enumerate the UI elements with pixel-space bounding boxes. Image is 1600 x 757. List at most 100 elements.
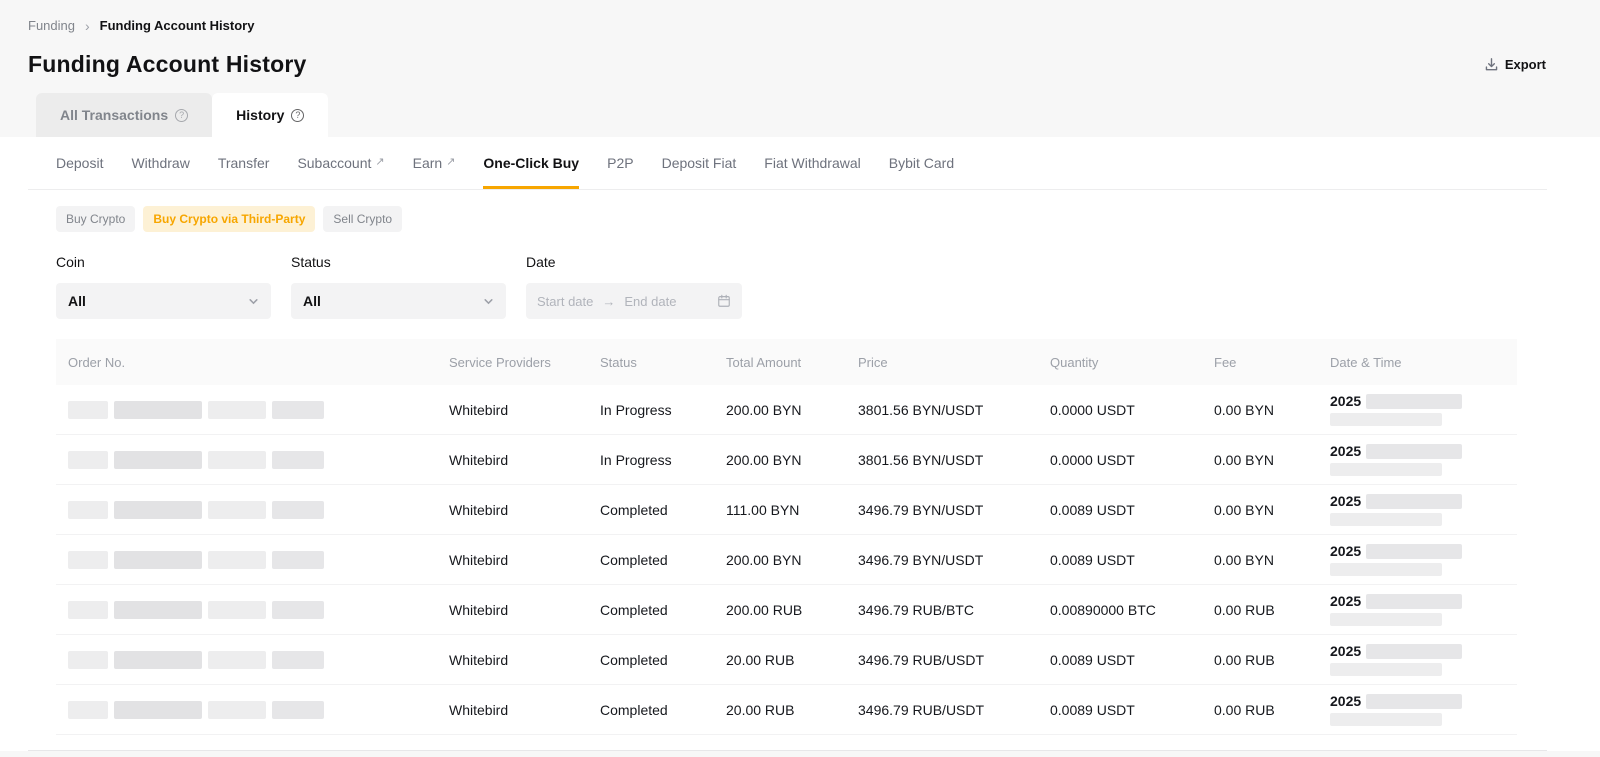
subtab-fiat-withdrawal[interactable]: Fiat Withdrawal xyxy=(764,137,860,189)
coin-select-value: All xyxy=(68,293,86,309)
subtab-withdraw[interactable]: Withdraw xyxy=(131,137,189,189)
redacted-block xyxy=(272,601,324,619)
redacted-block xyxy=(114,601,202,619)
col-header-order-no: Order No. xyxy=(56,355,437,370)
chip-sell-crypto[interactable]: Sell Crypto xyxy=(323,206,402,232)
status-select[interactable]: All xyxy=(291,283,506,319)
subtab-one-click-buy[interactable]: One-Click Buy xyxy=(483,137,579,189)
subtab-label: Subaccount xyxy=(297,155,371,171)
info-circle-icon[interactable]: ? xyxy=(175,109,188,122)
arrow-right-icon: → xyxy=(602,294,615,309)
subtab-subaccount[interactable]: Subaccount↗ xyxy=(297,137,384,189)
service-provider: Whitebird xyxy=(437,402,588,418)
subtab-p2p[interactable]: P2P xyxy=(607,137,633,189)
external-link-icon: ↗ xyxy=(446,155,455,168)
coin-filter: Coin All xyxy=(56,254,271,319)
chip-buy-crypto-third-party[interactable]: Buy Crypto via Third-Party xyxy=(143,206,315,232)
coin-select[interactable]: All xyxy=(56,283,271,319)
order-status: Completed xyxy=(588,602,714,618)
redacted-block xyxy=(114,501,202,519)
price: 3496.79 RUB/BTC xyxy=(846,602,1038,618)
table-row: Whitebird Completed 200.00 BYN 3496.79 B… xyxy=(56,535,1517,585)
redacted-block xyxy=(68,551,108,569)
breadcrumb-funding[interactable]: Funding xyxy=(28,18,75,33)
subtab-label: One-Click Buy xyxy=(483,155,579,171)
table-header: Order No. Service Providers Status Total… xyxy=(56,339,1517,385)
redacted-block xyxy=(208,601,266,619)
filters-row: Coin All Status All Date Start date → xyxy=(28,254,1547,319)
orders-table: Order No. Service Providers Status Total… xyxy=(56,339,1517,735)
quantity: 0.0089 USDT xyxy=(1038,702,1202,718)
subtab-label: Deposit xyxy=(56,155,103,171)
redacted-block xyxy=(68,451,108,469)
service-provider: Whitebird xyxy=(437,602,588,618)
date-time: 2025 xyxy=(1318,543,1517,576)
redacted-block xyxy=(68,601,108,619)
subtab-label: Fiat Withdrawal xyxy=(764,155,860,171)
table-row: Whitebird Completed 20.00 RUB 3496.79 RU… xyxy=(56,685,1517,735)
start-date-input[interactable]: Start date xyxy=(537,294,593,309)
redacted-block xyxy=(1366,544,1462,559)
table-row: Whitebird Completed 200.00 RUB 3496.79 R… xyxy=(56,585,1517,635)
date-time: 2025 xyxy=(1318,393,1517,426)
subtab-deposit-fiat[interactable]: Deposit Fiat xyxy=(662,137,737,189)
order-status: Completed xyxy=(588,652,714,668)
redacted-block xyxy=(208,551,266,569)
redacted-block xyxy=(272,401,324,419)
date-time: 2025 xyxy=(1318,493,1517,526)
total-amount: 200.00 RUB xyxy=(714,602,846,618)
quantity: 0.00890000 BTC xyxy=(1038,602,1202,618)
redacted-block xyxy=(208,701,266,719)
price: 3496.79 RUB/USDT xyxy=(846,702,1038,718)
subtab-label: Bybit Card xyxy=(889,155,954,171)
fee: 0.00 RUB xyxy=(1202,702,1318,718)
export-button[interactable]: Export xyxy=(1484,57,1546,72)
service-provider: Whitebird xyxy=(437,452,588,468)
end-date-input[interactable]: End date xyxy=(624,294,676,309)
total-amount: 200.00 BYN xyxy=(714,552,846,568)
info-circle-icon[interactable]: ? xyxy=(291,109,304,122)
redacted-block xyxy=(68,501,108,519)
subtab-earn[interactable]: Earn↗ xyxy=(413,137,456,189)
date-time: 2025 xyxy=(1318,693,1517,726)
table-row: Whitebird In Progress 200.00 BYN 3801.56… xyxy=(56,435,1517,485)
service-provider: Whitebird xyxy=(437,502,588,518)
total-amount: 20.00 RUB xyxy=(714,702,846,718)
service-provider: Whitebird xyxy=(437,552,588,568)
order-status: Completed xyxy=(588,702,714,718)
price: 3801.56 BYN/USDT xyxy=(846,402,1038,418)
subtab-deposit[interactable]: Deposit xyxy=(56,137,103,189)
redacted-block xyxy=(114,701,202,719)
tab-all-transactions[interactable]: All Transactions ? xyxy=(36,93,212,137)
redacted-block xyxy=(208,501,266,519)
price: 3496.79 BYN/USDT xyxy=(846,552,1038,568)
date-year: 2025 xyxy=(1330,543,1361,559)
total-amount: 111.00 BYN xyxy=(714,502,846,518)
redacted-block xyxy=(272,651,324,669)
subtab-transfer[interactable]: Transfer xyxy=(218,137,270,189)
order-status: Completed xyxy=(588,552,714,568)
table-row: Whitebird In Progress 200.00 BYN 3801.56… xyxy=(56,385,1517,435)
date-year: 2025 xyxy=(1330,393,1361,409)
redacted-block xyxy=(272,551,324,569)
fee: 0.00 BYN xyxy=(1202,552,1318,568)
tab-history[interactable]: History ? xyxy=(212,93,328,137)
redacted-block xyxy=(114,451,202,469)
col-header-fee: Fee xyxy=(1202,355,1318,370)
subtab-bybit-card[interactable]: Bybit Card xyxy=(889,137,954,189)
col-header-total-amount: Total Amount xyxy=(714,355,846,370)
export-download-icon xyxy=(1484,57,1499,72)
calendar-icon[interactable] xyxy=(717,294,731,308)
order-no-redacted xyxy=(56,550,437,568)
fee: 0.00 BYN xyxy=(1202,502,1318,518)
date-range-picker[interactable]: Start date → End date xyxy=(526,283,742,319)
chip-buy-crypto[interactable]: Buy Crypto xyxy=(56,206,135,232)
history-subtabs: Deposit Withdraw Transfer Subaccount↗ Ea… xyxy=(28,137,1547,190)
primary-tabs: All Transactions ? History ? xyxy=(0,93,1600,137)
main-content: Deposit Withdraw Transfer Subaccount↗ Ea… xyxy=(0,137,1600,751)
export-label: Export xyxy=(1505,57,1546,72)
redacted-block xyxy=(68,701,108,719)
redacted-block xyxy=(1366,444,1462,459)
order-no-redacted xyxy=(56,450,437,468)
order-no-redacted xyxy=(56,400,437,418)
